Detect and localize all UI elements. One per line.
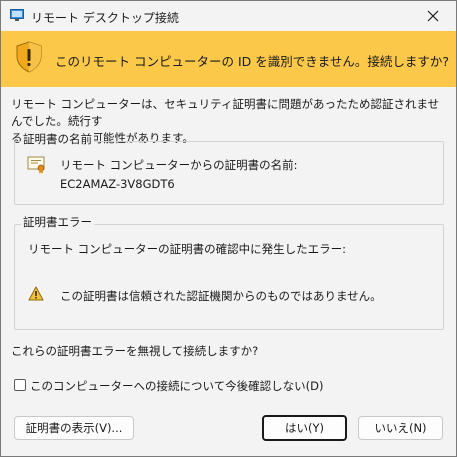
view-certificate-button[interactable]: 証明書の表示(V)...	[14, 416, 134, 440]
certificate-icon	[27, 156, 45, 174]
dont-ask-checkbox[interactable]	[14, 379, 26, 391]
intro-line-1: リモート コンピューターは、セキュリティ証明書に問題があったため認証されませんで…	[11, 97, 440, 128]
confirm-question: これらの証明書エラーを無視して接続しますか?	[11, 344, 259, 358]
dialog-window: リモート デスクトップ接続 このリモート コンピューターの ID を識別できませ…	[0, 0, 457, 457]
remote-desktop-icon	[10, 9, 24, 21]
yes-button[interactable]: はい(Y)	[262, 415, 347, 441]
close-icon	[427, 10, 439, 22]
cert-error-legend: 証明書エラー	[21, 214, 94, 230]
warning-banner: このリモート コンピューターの ID を識別できません。接続しますか?	[1, 31, 456, 87]
cert-name-legend: 証明書の名前	[21, 131, 94, 147]
no-button[interactable]: いいえ(N)	[358, 416, 443, 440]
window-title: リモート デスクトップ接続	[31, 11, 179, 25]
close-button[interactable]	[410, 1, 456, 31]
cert-error-group	[14, 224, 444, 330]
cert-error-label: リモート コンピューターの証明書の確認中に発生したエラー:	[28, 242, 347, 256]
cert-name-label: リモート コンピューターからの証明書の名前:	[60, 158, 298, 172]
cert-name-group	[14, 141, 444, 205]
cert-name-value: EC2AMAZ-3V8GDT6	[60, 177, 175, 191]
shield-warning-icon	[16, 41, 42, 73]
banner-message: このリモート コンピューターの ID を識別できません。接続しますか?	[55, 54, 449, 69]
dont-ask-label[interactable]: このコンピューターへの接続について今後確認しない(D)	[30, 378, 323, 394]
title-bar: リモート デスクトップ接続	[1, 1, 456, 31]
cert-error-message: この証明書は信頼された認証機関からのものではありません。	[60, 289, 382, 303]
warning-icon	[28, 286, 44, 301]
